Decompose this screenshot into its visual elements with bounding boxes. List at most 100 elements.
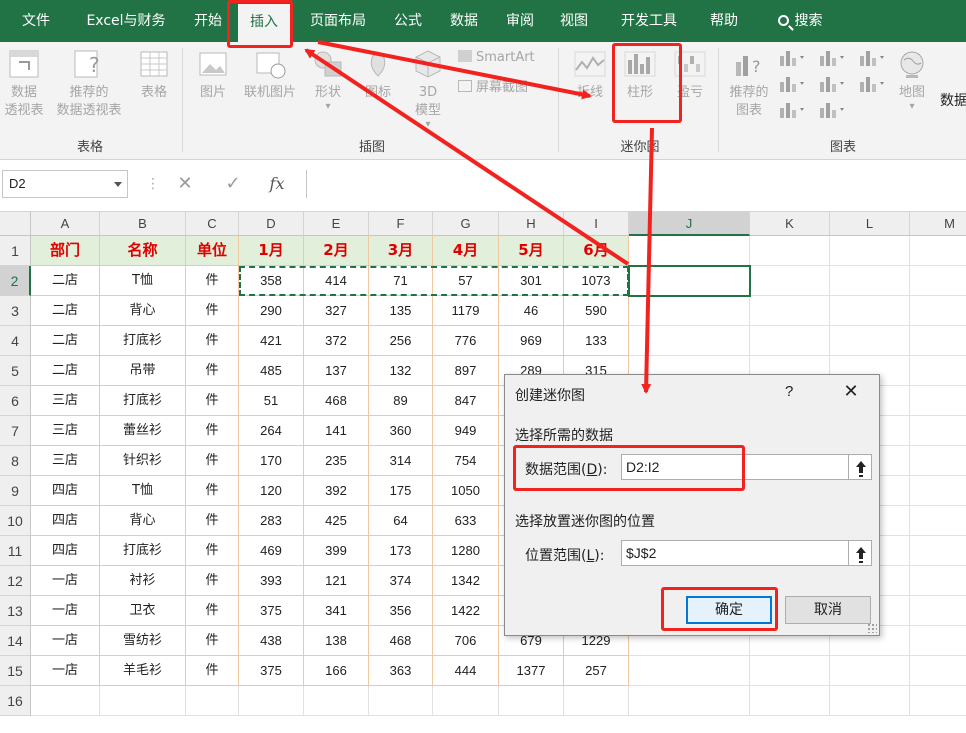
column-header-e[interactable]: E (304, 212, 369, 236)
empty-cell[interactable] (100, 686, 186, 716)
value-cell[interactable]: 256 (369, 326, 433, 356)
value-cell[interactable]: 421 (239, 326, 304, 356)
header-cell[interactable]: 4月 (433, 236, 499, 266)
cancel-icon[interactable]: ✕ (170, 170, 200, 198)
text-cell[interactable]: 打底衫 (100, 536, 186, 566)
column-header-c[interactable]: C (186, 212, 239, 236)
text-cell[interactable]: 件 (186, 656, 239, 686)
text-cell[interactable]: 件 (186, 536, 239, 566)
location-range-collapse-icon[interactable] (848, 540, 872, 566)
value-cell[interactable]: 235 (304, 446, 369, 476)
value-cell[interactable]: 141 (304, 416, 369, 446)
value-cell[interactable]: 89 (369, 386, 433, 416)
chart-type-7-icon[interactable] (778, 100, 806, 120)
text-cell[interactable]: 件 (186, 446, 239, 476)
chart-type-4-icon[interactable] (778, 74, 806, 94)
row-header-5[interactable]: 5 (0, 356, 31, 386)
empty-cell[interactable] (910, 266, 966, 296)
value-cell[interactable]: 1050 (433, 476, 499, 506)
empty-cell[interactable] (830, 686, 910, 716)
value-cell[interactable]: 372 (304, 326, 369, 356)
value-cell[interactable]: 399 (304, 536, 369, 566)
text-cell[interactable]: 四店 (31, 476, 100, 506)
text-cell[interactable]: 三店 (31, 416, 100, 446)
recommended-charts-button[interactable]: ? 推荐的 图表 (722, 48, 776, 120)
text-cell[interactable]: 衬衫 (100, 566, 186, 596)
row-header-2[interactable]: 2 (0, 266, 31, 296)
tab-help[interactable]: 帮助 (700, 0, 748, 42)
row-header-13[interactable]: 13 (0, 596, 31, 626)
data-button-partial[interactable]: 数据 (940, 90, 966, 110)
value-cell[interactable]: 754 (433, 446, 499, 476)
column-header-j[interactable]: J (629, 212, 750, 236)
text-cell[interactable]: 件 (186, 596, 239, 626)
empty-cell[interactable] (830, 236, 910, 266)
sparkline-winloss-button[interactable]: 盈亏 (666, 48, 714, 102)
text-cell[interactable]: T恤 (100, 266, 186, 296)
value-cell[interactable]: 133 (564, 326, 629, 356)
value-cell[interactable]: 283 (239, 506, 304, 536)
empty-cell[interactable] (629, 326, 750, 356)
text-cell[interactable]: 件 (186, 266, 239, 296)
tab-insert[interactable]: 插入 (238, 4, 290, 42)
empty-cell[interactable] (629, 686, 750, 716)
empty-cell[interactable] (830, 296, 910, 326)
close-icon[interactable]: ✕ (839, 381, 863, 402)
text-cell[interactable]: 件 (186, 476, 239, 506)
tab-home[interactable]: 开始 (186, 0, 230, 42)
value-cell[interactable]: 897 (433, 356, 499, 386)
value-cell[interactable]: 1179 (433, 296, 499, 326)
value-cell[interactable]: 64 (369, 506, 433, 536)
empty-cell[interactable] (910, 236, 966, 266)
header-cell[interactable]: 单位 (186, 236, 239, 266)
name-box-dropdown-icon[interactable] (114, 182, 122, 187)
row-header-8[interactable]: 8 (0, 446, 31, 476)
empty-cell[interactable] (304, 686, 369, 716)
model3d-button[interactable]: 3D 模型 ▾ (404, 48, 452, 130)
empty-cell[interactable] (910, 536, 966, 566)
location-range-input[interactable]: $J$2 (621, 540, 849, 566)
text-cell[interactable]: 三店 (31, 446, 100, 476)
value-cell[interactable]: 706 (433, 626, 499, 656)
column-header-i[interactable]: I (564, 212, 629, 236)
column-header-f[interactable]: F (369, 212, 433, 236)
value-cell[interactable]: 290 (239, 296, 304, 326)
table-button[interactable]: 表格 (130, 48, 178, 102)
column-header-g[interactable]: G (433, 212, 499, 236)
chart-type-8-icon[interactable] (818, 100, 846, 120)
column-header-l[interactable]: L (830, 212, 910, 236)
value-cell[interactable]: 375 (239, 596, 304, 626)
value-cell[interactable]: 46 (499, 296, 564, 326)
column-header-m[interactable]: M (910, 212, 966, 236)
value-cell[interactable]: 1280 (433, 536, 499, 566)
recommended-pivot-button[interactable]: ? 推荐的 数据透视表 (50, 48, 128, 120)
value-cell[interactable]: 969 (499, 326, 564, 356)
text-cell[interactable]: 一店 (31, 566, 100, 596)
empty-cell[interactable] (629, 236, 750, 266)
value-cell[interactable]: 444 (433, 656, 499, 686)
value-cell[interactable]: 120 (239, 476, 304, 506)
value-cell[interactable]: 393 (239, 566, 304, 596)
text-cell[interactable]: 打底衫 (100, 386, 186, 416)
tab-data[interactable]: 数据 (440, 0, 488, 42)
text-cell[interactable]: 件 (186, 386, 239, 416)
sparkline-line-button[interactable]: 折线 (566, 48, 614, 102)
empty-cell[interactable] (629, 296, 750, 326)
text-cell[interactable]: 四店 (31, 536, 100, 566)
picture-button[interactable]: 图片 (188, 48, 238, 102)
empty-cell[interactable] (750, 236, 830, 266)
shapes-button[interactable]: 形状 ▾ (304, 48, 352, 112)
empty-cell[interactable] (910, 416, 966, 446)
empty-cell[interactable] (31, 686, 100, 716)
empty-cell[interactable] (910, 326, 966, 356)
cancel-button[interactable]: 取消 (785, 596, 871, 624)
value-cell[interactable]: 314 (369, 446, 433, 476)
empty-cell[interactable] (750, 656, 830, 686)
value-cell[interactable]: 264 (239, 416, 304, 446)
value-cell[interactable]: 138 (304, 626, 369, 656)
empty-cell[interactable] (910, 596, 966, 626)
text-cell[interactable]: 一店 (31, 656, 100, 686)
row-header-6[interactable]: 6 (0, 386, 31, 416)
value-cell[interactable]: 1422 (433, 596, 499, 626)
empty-cell[interactable] (910, 686, 966, 716)
